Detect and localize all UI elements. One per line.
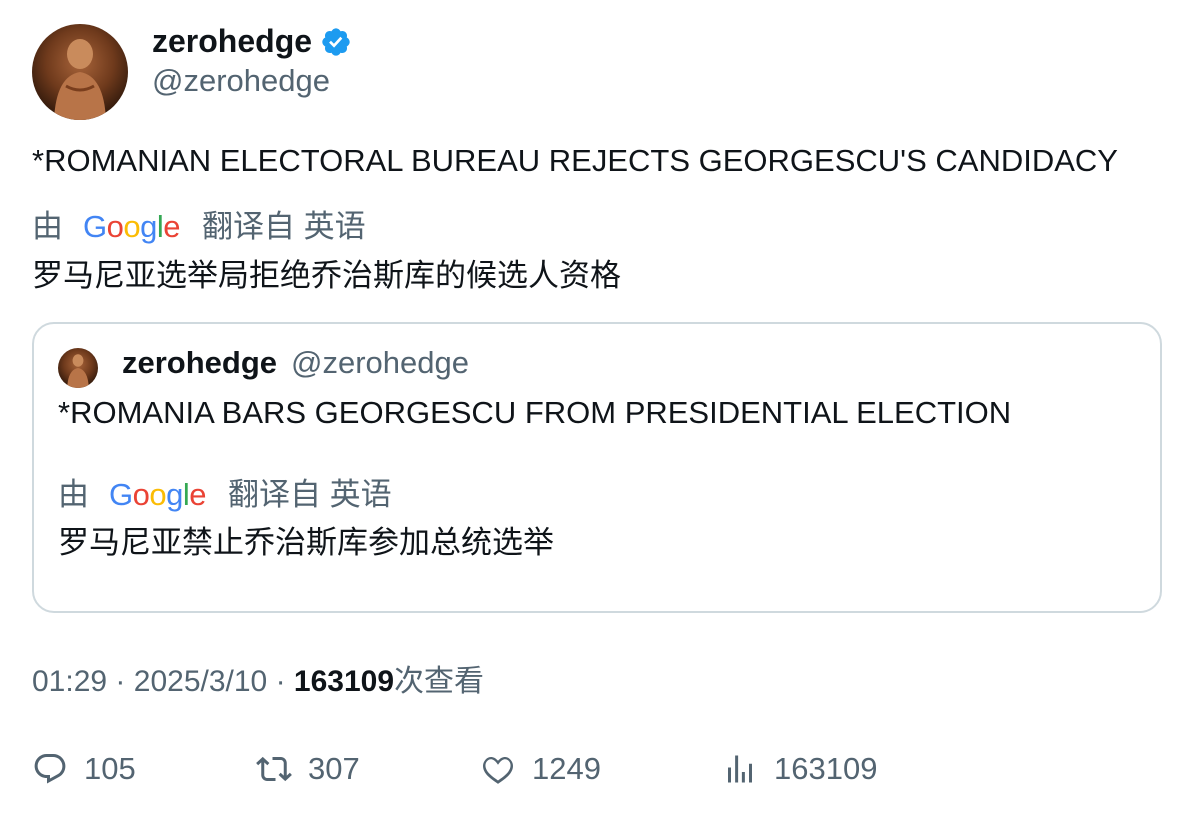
- translated-text: 罗马尼亚选举局拒绝乔治斯库的候选人资格: [32, 258, 621, 293]
- retweet-button[interactable]: 307: [256, 750, 360, 788]
- tweet-meta: 01:29 · 2025/3/10 · 163109次查看: [32, 663, 484, 701]
- analytics-icon: [728, 755, 752, 783]
- meta-separator: ·: [115, 665, 126, 698]
- translation-prefix: 由: [58, 477, 89, 512]
- verified-badge-icon[interactable]: [320, 26, 352, 58]
- views-count: 163109: [774, 751, 878, 786]
- like-button[interactable]: 1249: [480, 750, 601, 788]
- like-count: 1249: [532, 751, 601, 786]
- tweet-text: *ROMANIAN ELECTORAL BUREAU REJECTS GEORG…: [32, 143, 1118, 178]
- quoted-author-handle[interactable]: @zerohedge: [291, 344, 469, 382]
- google-logo: Google: [109, 477, 207, 512]
- view-count-label: 次查看: [394, 665, 485, 698]
- google-logo: Google: [83, 209, 181, 244]
- reply-count: 105: [84, 751, 136, 786]
- translation-attribution: 由 Google 翻译自 英语: [32, 208, 366, 246]
- reply-button[interactable]: 105: [32, 750, 136, 788]
- avatar-figure-icon: [54, 39, 106, 120]
- translation-suffix: 翻译自 英语: [228, 477, 392, 512]
- author-avatar[interactable]: [32, 24, 128, 120]
- heart-icon: [483, 756, 513, 784]
- translation-suffix: 翻译自 英语: [202, 209, 366, 244]
- tweet-date[interactable]: 2025/3/10: [134, 665, 267, 698]
- quoted-author-avatar[interactable]: [58, 348, 98, 388]
- views-button[interactable]: 163109: [722, 750, 877, 788]
- avatar-figure-icon: [67, 354, 89, 388]
- retweet-count: 307: [308, 751, 360, 786]
- retweet-icon: [256, 756, 292, 782]
- reply-icon: [34, 754, 66, 784]
- translation-prefix: 由: [32, 209, 63, 244]
- quoted-author-name[interactable]: zerohedge: [122, 344, 277, 382]
- author-handle[interactable]: @zerohedge: [152, 62, 330, 100]
- quoted-translated-text: 罗马尼亚禁止乔治斯库参加总统选举: [58, 525, 554, 560]
- tweet-time[interactable]: 01:29: [32, 665, 107, 698]
- quoted-tweet-text: *ROMANIA BARS GEORGESCU FROM PRESIDENTIA…: [58, 395, 1012, 430]
- view-count: 163109: [293, 665, 395, 698]
- author-name[interactable]: zerohedge: [152, 22, 312, 60]
- meta-separator: ·: [275, 665, 286, 698]
- quoted-translation-attribution: 由 Google 翻译自 英语: [58, 476, 392, 514]
